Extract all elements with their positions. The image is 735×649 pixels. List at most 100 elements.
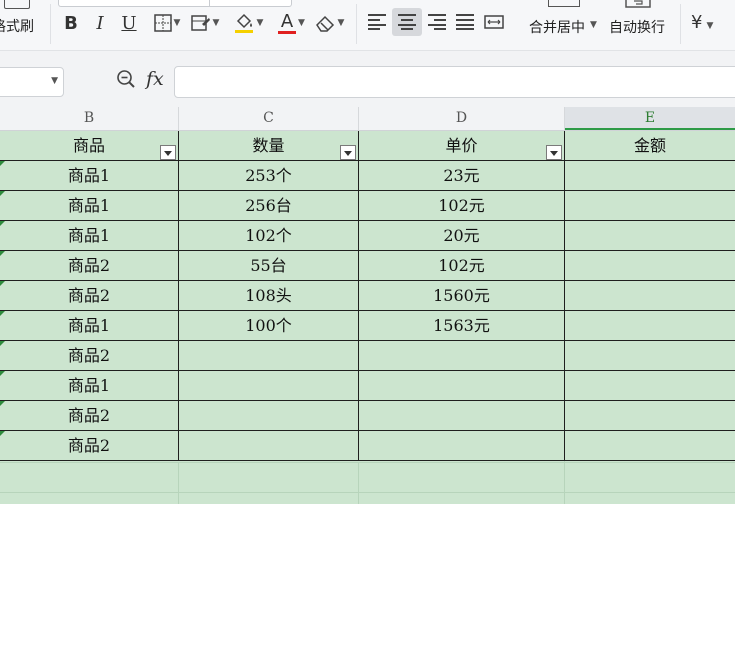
table-row: 商品1 253个 23元 [0,161,735,191]
table-cell[interactable]: 商品1 [0,161,179,191]
chevron-down-icon: ▼ [337,18,345,28]
cell-style-button[interactable]: ▼ [188,10,222,36]
table-cell[interactable]: 1560元 [359,281,565,311]
table-row: 商品1 100个 1563元 [0,311,735,341]
border-button[interactable]: ▼ [150,10,184,36]
zoom-icon[interactable] [116,69,136,89]
table-cell[interactable] [179,401,359,431]
column-header-b[interactable]: B [0,107,179,130]
filter-dropdown-icon[interactable] [546,145,562,160]
align-right-icon[interactable] [428,13,446,30]
table-cell[interactable] [565,221,735,251]
group-separator [50,4,51,44]
filter-dropdown-icon[interactable] [340,145,356,160]
table-cell[interactable]: 商品1 [0,371,179,401]
table-cell[interactable] [179,431,359,461]
table-row: 商品2 55台 102元 [0,251,735,281]
table-cell[interactable] [565,281,735,311]
filter-dropdown-icon[interactable] [160,145,176,160]
format-painter-icon [4,0,30,9]
table-cell[interactable]: 102元 [359,251,565,281]
table-cell[interactable] [565,161,735,191]
distributed-icon[interactable] [484,12,504,29]
table-cell[interactable]: 商品2 [0,401,179,431]
table-row: 商品2 108头 1560元 [0,281,735,311]
table-cell[interactable]: 256台 [179,191,359,221]
wrap-text-icon [624,0,652,8]
column-header-e[interactable]: E [565,107,735,130]
gridline [178,462,179,504]
table-row: 商品1 256台 102元 [0,191,735,221]
header-cell[interactable]: 数量 [179,131,359,161]
align-left-icon[interactable] [368,13,386,30]
insert-function-button[interactable]: fx [146,68,164,90]
header-label: 金额 [633,136,666,155]
justify-icon[interactable] [456,13,474,30]
table-row: 商品1 [0,371,735,401]
table-cell[interactable]: 102元 [359,191,565,221]
table-cell[interactable]: 商品2 [0,431,179,461]
table-cell[interactable]: 商品1 [0,191,179,221]
table-cell[interactable] [359,431,565,461]
table-cell[interactable]: 商品2 [0,281,179,311]
table-cell[interactable] [565,311,735,341]
header-cell[interactable]: 金额 [565,131,735,161]
table-cell[interactable] [565,251,735,281]
formula-input[interactable] [174,66,735,98]
column-header-c[interactable]: C [179,107,359,130]
chevron-down-icon: ▼ [212,18,220,28]
header-cell[interactable]: 商品 [0,131,179,161]
table-cell[interactable]: 商品1 [0,311,179,341]
chevron-down-icon: ▼ [173,18,181,28]
merge-center-button[interactable]: 合并居中 ▼ [528,14,600,38]
header-cell[interactable]: 单价 [359,131,565,161]
table-cell[interactable]: 100个 [179,311,359,341]
font-selector-boxes[interactable] [58,0,292,7]
table-cell[interactable]: 102个 [179,221,359,251]
table-cell[interactable]: 商品2 [0,341,179,371]
gridline [0,462,735,463]
group-separator [680,4,681,44]
underline-button[interactable]: U [118,10,140,36]
table-cell[interactable] [359,371,565,401]
table-row: 商品1 102个 20元 [0,221,735,251]
fill-color-button[interactable]: ▼ [230,10,266,36]
table-cell[interactable]: 253个 [179,161,359,191]
clear-format-button[interactable]: ▼ [312,10,346,36]
table-cell[interactable]: 23元 [359,161,565,191]
table-cell[interactable] [359,401,565,431]
wrap-text-button[interactable]: 自动换行 [609,17,665,37]
font-color-icon: A [280,10,294,32]
table-cell[interactable]: 商品2 [0,251,179,281]
table-cell[interactable] [565,371,735,401]
table-cell[interactable]: 20元 [359,221,565,251]
table-cell[interactable]: 55台 [179,251,359,281]
bold-button[interactable]: B [60,10,82,36]
column-header-d[interactable]: D [359,107,565,130]
table-cell[interactable] [565,431,735,461]
table-cell[interactable]: 108头 [179,281,359,311]
table-cell[interactable]: 商品1 [0,221,179,251]
table-cell[interactable] [565,401,735,431]
spreadsheet-grid[interactable]: 商品 数量 单价 金额 商品1 253个 23元 商品1 256台 102元 商… [0,131,735,647]
currency-label: ¥ [691,12,703,33]
formula-bar: ▼ fx [0,51,735,107]
table-cell[interactable] [179,341,359,371]
table-cell[interactable] [565,341,735,371]
table-cell[interactable]: 1563元 [359,311,565,341]
chevron-down-icon[interactable]: ▼ [298,18,305,28]
align-center-icon[interactable] [398,13,416,30]
watermark-url: jingyan.baidu.com [591,609,702,623]
gridline [358,462,359,504]
italic-button[interactable]: I [90,10,110,36]
table-cell[interactable] [565,191,735,221]
format-painter-button[interactable]: 格式刷 [0,0,44,44]
currency-format-button[interactable]: ¥ ▼ [691,12,713,33]
name-box[interactable]: ▼ [0,67,64,97]
gridline [0,492,735,493]
table-cell[interactable] [179,371,359,401]
ribbon-toolbar: 格式刷 B I U ▼ ▼ ▼ A ▼ ▼ [0,0,735,51]
chevron-down-icon[interactable]: ▼ [51,76,58,86]
table-cell[interactable] [359,341,565,371]
group-separator [356,4,357,44]
